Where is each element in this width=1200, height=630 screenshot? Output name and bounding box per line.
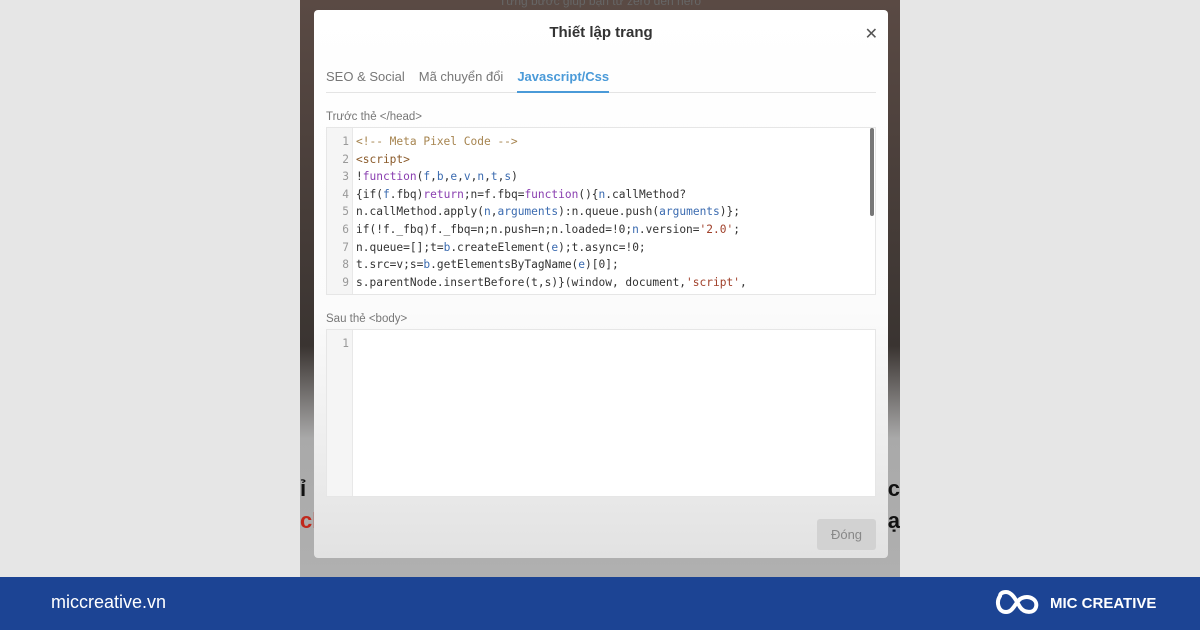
body-code-editor[interactable]: 1: [326, 329, 876, 497]
tab-javascript-css[interactable]: Javascript/Css: [517, 66, 610, 93]
line-number: 4: [342, 187, 349, 201]
code-line: 1: [327, 335, 875, 353]
line-number: 1: [342, 135, 349, 148]
code-line: 1 <!-- Meta Pixel Code -->: [327, 133, 875, 151]
close-button[interactable]: Đóng: [817, 519, 876, 550]
line-number: 9: [342, 275, 349, 289]
code-text: s.parentNode.insertBefore(t,s)}(window, …: [356, 275, 747, 289]
code-line: 7 n.queue=[];t=b.createElement(e);t.async…: [327, 239, 875, 257]
code-text: !function(f,b,e,v,n,t,s): [356, 170, 518, 184]
head-code-label: Trước thẻ </head>: [326, 111, 423, 123]
code-text: <!-- Meta Pixel Code -->: [356, 135, 518, 148]
line-number: 1: [342, 337, 349, 350]
code-text: if(!f._fbq)f._fbq=n;n.push=n;n.loaded=!0…: [356, 222, 740, 236]
code-line: 3 !function(f,b,e,v,n,t,s): [327, 168, 875, 186]
video-text-fragment: ỉ: [300, 476, 307, 501]
video-text-fragment: ạ: [887, 508, 900, 533]
infinity-logo-icon: [996, 589, 1039, 615]
code-line: 10'https://connect.facebook.net/en_US/fb…: [327, 291, 875, 294]
code-text: n.queue=[];t=b.createElement(e);t.async=…: [356, 240, 646, 254]
code-line: 5 n.callMethod.apply(n,arguments):n.queue…: [327, 203, 875, 221]
modal-title: Thiết lập trang: [549, 24, 653, 41]
footer-bar: miccreative.vn MIC CREATIVE: [0, 577, 1200, 630]
line-number: 7: [342, 240, 349, 254]
line-number: 8: [342, 258, 349, 272]
line-number: 6: [342, 222, 349, 236]
close-icon[interactable]: ✕: [865, 24, 878, 44]
site-url: miccreative.vn: [51, 592, 167, 612]
brand-logo: MIC CREATIVE: [994, 588, 1156, 618]
code-line: 4 {if(f.fbq)return;n=f.fbq=function(){n.c…: [327, 186, 875, 204]
page-settings-modal: Thiết lập trang ✕ SEO & Social Mã chuyển…: [314, 10, 888, 558]
code-line: 9 s.parentNode.insertBefore(t,s)}(window,…: [327, 274, 875, 292]
editor-scrollbar[interactable]: [870, 128, 874, 216]
code-text: t.src=v;s=b.getElementsByTagName(e)[0];: [356, 258, 619, 272]
code-line: 2 <script>: [327, 151, 875, 169]
code-line: 6 if(!f._fbq)f._fbq=n;n.push=n;n.loaded=!…: [327, 221, 875, 239]
code-text: {if(f.fbq)return;n=f.fbq=function(){n.ca…: [356, 187, 687, 201]
code-text: n.callMethod.apply(n,arguments):n.queue.…: [356, 205, 740, 219]
line-number: 3: [342, 170, 349, 184]
brand-name: MIC CREATIVE: [1050, 594, 1157, 612]
code-line: 8 t.src=v;s=b.getElementsByTagName(e)[0];: [327, 256, 875, 274]
tab-bar: SEO & Social Mã chuyển đổi Javascript/Cs…: [326, 66, 876, 93]
line-number: 10: [327, 291, 349, 294]
video-caption: Từng bước giúp bạn từ zero đến hero: [498, 0, 702, 8]
line-number: 2: [342, 152, 349, 166]
tab-conversion-code[interactable]: Mã chuyển đổi: [419, 66, 504, 93]
line-number: 5: [342, 205, 349, 219]
body-code-label: Sau thẻ <body>: [326, 313, 408, 325]
code-text: <script>: [356, 152, 410, 166]
line-gutter: [327, 330, 353, 496]
tab-seo-social[interactable]: SEO & Social: [326, 66, 405, 93]
code-text: 'https://connect.facebook.net/en_US/fbev…: [349, 291, 693, 294]
head-code-editor[interactable]: 1 <!-- Meta Pixel Code --> 2 <script> 3 !func…: [326, 127, 876, 295]
